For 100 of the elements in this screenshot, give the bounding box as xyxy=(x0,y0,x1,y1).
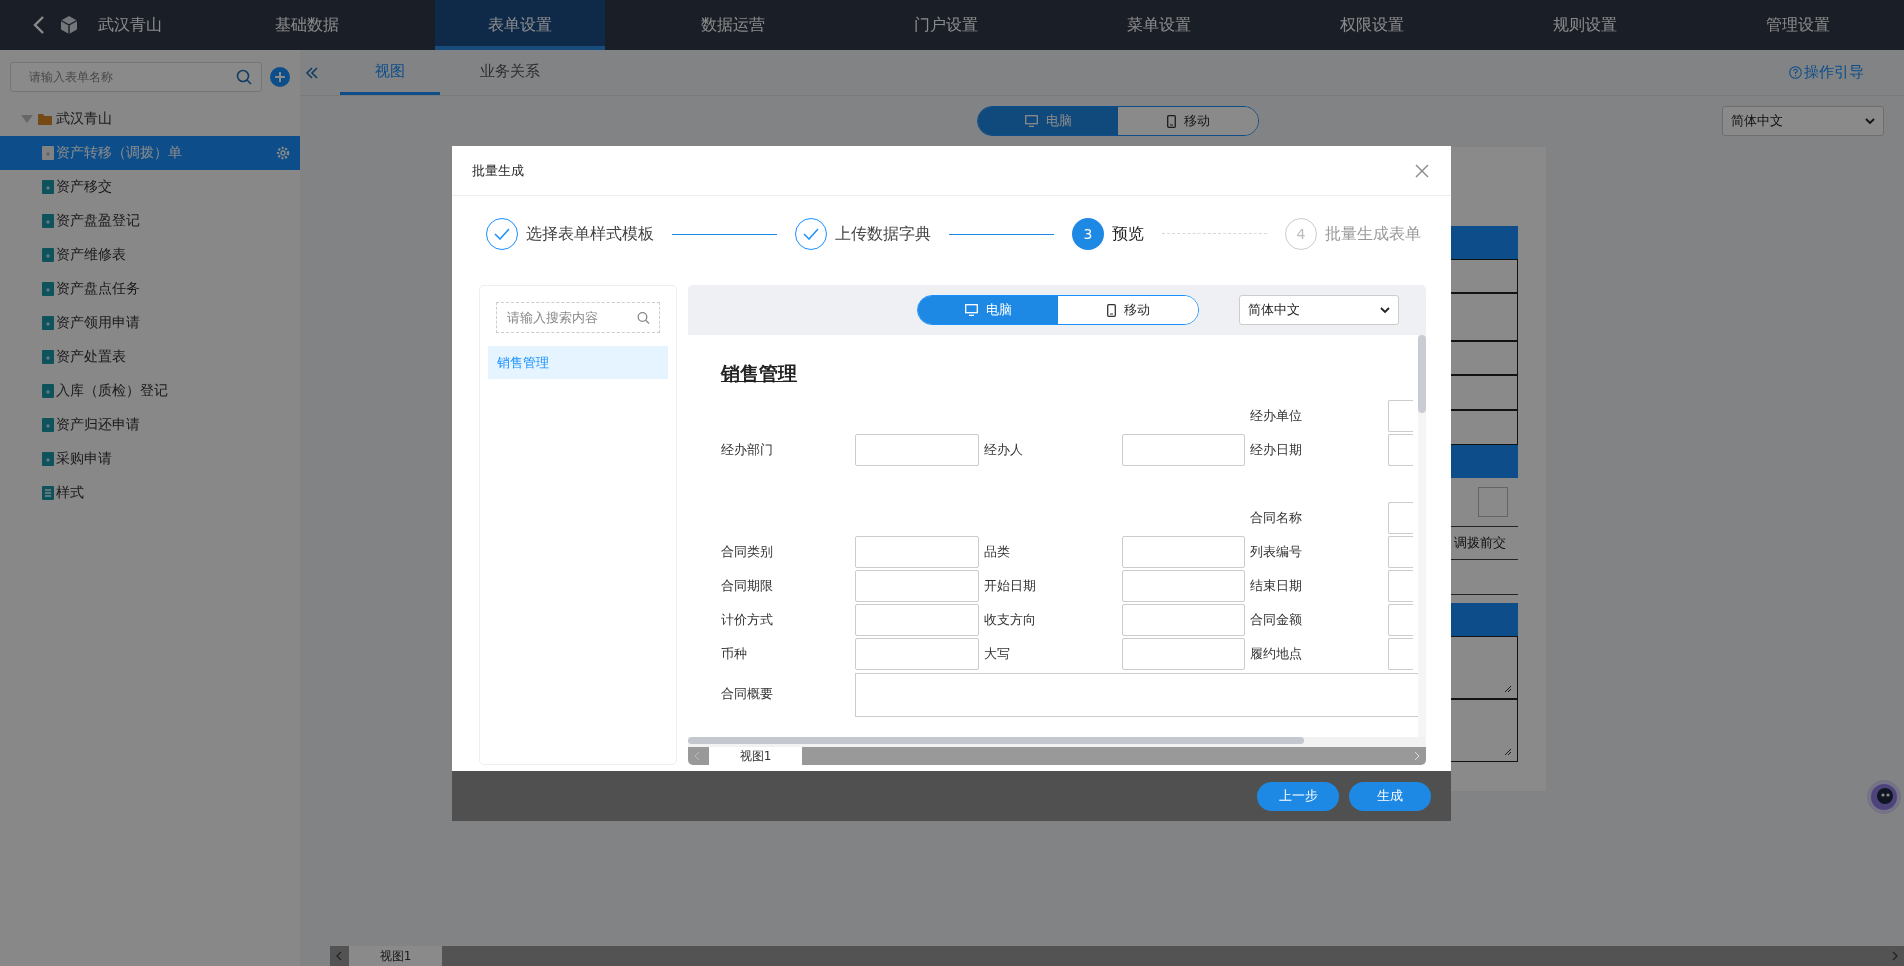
field-label: 结束日期 xyxy=(1250,577,1303,595)
nav-tab[interactable]: 权限设置 xyxy=(1286,0,1457,50)
search-field[interactable]: 请输入搜索内容 xyxy=(496,302,660,333)
brand-name: 武汉青山 xyxy=(98,14,162,36)
monitor-icon xyxy=(1024,115,1038,127)
scroll-left-icon[interactable] xyxy=(335,951,343,961)
search-icon[interactable] xyxy=(637,311,650,324)
tree-item[interactable]: 资产盘盈登记 xyxy=(0,204,300,238)
tree-item[interactable]: 资产盘点任务 xyxy=(0,272,300,306)
field-label: 大写 xyxy=(984,645,1011,663)
tree-item[interactable]: 资产转移（调拨）单 xyxy=(0,136,300,170)
scrollbar-thumb[interactable] xyxy=(1418,335,1426,413)
dialog-title: 批量生成 xyxy=(472,161,524,180)
monitor-icon xyxy=(964,304,978,316)
phone-icon xyxy=(1166,114,1176,128)
input-field[interactable] xyxy=(1122,604,1245,636)
input-field[interactable] xyxy=(855,570,979,602)
input-field[interactable] xyxy=(855,638,979,670)
expand-icon[interactable] xyxy=(20,114,34,124)
document-icon xyxy=(42,350,54,364)
input-field[interactable] xyxy=(1122,434,1245,466)
field-label: 列表编号 xyxy=(1250,543,1303,561)
input-field[interactable] xyxy=(855,434,979,466)
input-field[interactable] xyxy=(1478,487,1508,517)
tree-item[interactable]: 资产移交 xyxy=(0,170,300,204)
field-label: 合同名称 xyxy=(1250,509,1303,527)
caret-icon xyxy=(1380,307,1390,313)
list-item[interactable]: 销售管理 xyxy=(488,346,668,379)
nav-tab[interactable]: 数据运营 xyxy=(647,0,818,50)
add-icon[interactable] xyxy=(270,67,290,87)
step-label: 上传数据字典 xyxy=(835,223,931,245)
footer-button[interactable]: 上一步 xyxy=(1257,781,1339,811)
document-icon xyxy=(42,384,54,398)
input-field[interactable] xyxy=(855,536,979,568)
device-toggle[interactable]: 电脑 xyxy=(918,296,1058,324)
view-tab[interactable]: 视图1 xyxy=(709,747,802,765)
device-toggle[interactable]: 移动 xyxy=(1118,107,1258,135)
tree-item[interactable]: 采购申请 xyxy=(0,442,300,476)
tree-item[interactable]: 资产处置表 xyxy=(0,340,300,374)
help-icon xyxy=(1789,66,1802,79)
tree-item[interactable]: 入库（质检）登记 xyxy=(0,374,300,408)
input-field[interactable] xyxy=(1388,638,1413,670)
field-label: 合同类别 xyxy=(721,543,774,561)
tree-item[interactable]: 样式 xyxy=(0,476,300,510)
language-select[interactable]: 简体中文 xyxy=(1239,295,1399,325)
settings-icon[interactable] xyxy=(276,146,290,160)
search-field[interactable]: 请输入表单名称 xyxy=(10,62,262,92)
field-label: 收支方向 xyxy=(984,611,1037,629)
nav-tab[interactable]: 基础数据 xyxy=(221,0,392,50)
nav-tab[interactable]: 规则设置 xyxy=(1499,0,1670,50)
nav-tab[interactable]: 管理设置 xyxy=(1712,0,1883,50)
scrollbar-thumb[interactable] xyxy=(688,737,1304,744)
field-label: 经办日期 xyxy=(1250,441,1303,459)
field-label: 合同期限 xyxy=(721,577,774,595)
input-field[interactable] xyxy=(1388,570,1413,602)
view-tab[interactable]: 视图1 xyxy=(349,946,442,966)
step-label: 预览 xyxy=(1112,223,1144,245)
field-label: 合同金额 xyxy=(1250,611,1303,629)
nav-tab[interactable]: 表单设置 xyxy=(434,0,605,50)
document-icon xyxy=(42,452,54,466)
tree-folder[interactable]: 武汉青山 xyxy=(0,102,300,136)
tree-item[interactable]: 资产领用申请 xyxy=(0,306,300,340)
folder-icon xyxy=(38,113,52,125)
view-tab[interactable]: 业务关系 xyxy=(460,50,560,95)
document-icon xyxy=(42,316,54,330)
field-label: 品类 xyxy=(984,543,1011,561)
input-field[interactable] xyxy=(1122,536,1245,568)
footer-button[interactable]: 生成 xyxy=(1349,781,1431,811)
collapse-icon[interactable] xyxy=(304,64,320,81)
scroll-left-icon[interactable] xyxy=(693,751,701,761)
document-icon xyxy=(42,214,54,228)
step-label: 选择表单样式模板 xyxy=(526,223,654,245)
input-field[interactable] xyxy=(1388,502,1413,534)
document-icon xyxy=(42,418,54,432)
scroll-right-icon[interactable] xyxy=(1891,951,1899,961)
input-field[interactable] xyxy=(1388,400,1413,432)
search-icon[interactable] xyxy=(236,69,252,85)
tree-item[interactable]: 资产维修表 xyxy=(0,238,300,272)
step-marker: 3 xyxy=(1072,218,1104,250)
resize-grip-icon xyxy=(1504,748,1512,756)
input-field[interactable] xyxy=(1122,570,1245,602)
nav-tab[interactable]: 门户设置 xyxy=(860,0,1031,50)
device-toggle[interactable]: 移动 xyxy=(1058,296,1198,324)
input-field[interactable] xyxy=(1388,536,1413,568)
device-toggle[interactable]: 电脑 xyxy=(978,107,1118,135)
check-icon xyxy=(494,228,510,240)
language-select[interactable]: 简体中文 xyxy=(1722,106,1884,136)
close-icon[interactable] xyxy=(1415,163,1429,178)
document-icon xyxy=(42,146,54,160)
input-field[interactable] xyxy=(855,604,979,636)
input-field[interactable] xyxy=(1388,434,1413,466)
tree-item[interactable]: 资产归还申请 xyxy=(0,408,300,442)
nav-tab[interactable]: 菜单设置 xyxy=(1073,0,1244,50)
form-title: 销售管理 xyxy=(721,361,798,386)
cube-icon xyxy=(60,15,78,35)
input-field[interactable] xyxy=(1122,638,1245,670)
input-field[interactable] xyxy=(1388,604,1413,636)
phone-icon xyxy=(1106,303,1116,317)
robot-icon[interactable] xyxy=(1866,779,1902,815)
back-icon[interactable] xyxy=(32,15,46,35)
